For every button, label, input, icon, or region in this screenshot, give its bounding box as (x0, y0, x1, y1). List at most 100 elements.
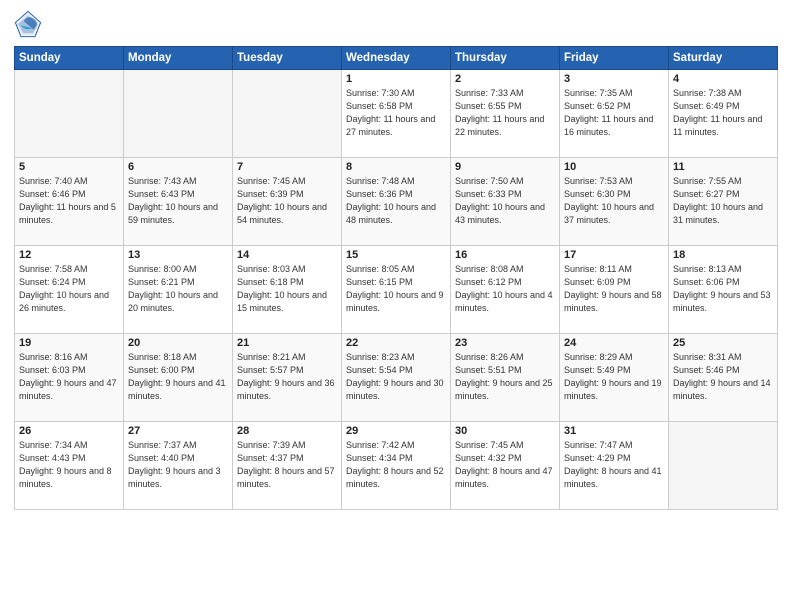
weekday-header: Monday (124, 47, 233, 70)
calendar-cell: 15 Sunrise: 8:05 AMSunset: 6:15 PMDaylig… (342, 246, 451, 334)
day-info: Sunrise: 7:30 AMSunset: 6:58 PMDaylight:… (346, 87, 446, 139)
calendar-cell: 27 Sunrise: 7:37 AMSunset: 4:40 PMDaylig… (124, 422, 233, 510)
calendar-cell: 3 Sunrise: 7:35 AMSunset: 6:52 PMDayligh… (560, 70, 669, 158)
calendar-cell (669, 422, 778, 510)
day-info: Sunrise: 7:50 AMSunset: 6:33 PMDaylight:… (455, 175, 555, 227)
day-info: Sunrise: 7:55 AMSunset: 6:27 PMDaylight:… (673, 175, 773, 227)
day-number: 20 (128, 337, 228, 349)
day-number: 1 (346, 73, 446, 85)
day-number: 16 (455, 249, 555, 261)
calendar-cell: 8 Sunrise: 7:48 AMSunset: 6:36 PMDayligh… (342, 158, 451, 246)
calendar-cell: 29 Sunrise: 7:42 AMSunset: 4:34 PMDaylig… (342, 422, 451, 510)
day-number: 11 (673, 161, 773, 173)
calendar-table: SundayMondayTuesdayWednesdayThursdayFrid… (14, 46, 778, 510)
calendar-week-row: 26 Sunrise: 7:34 AMSunset: 4:43 PMDaylig… (15, 422, 778, 510)
calendar-cell: 14 Sunrise: 8:03 AMSunset: 6:18 PMDaylig… (233, 246, 342, 334)
day-info: Sunrise: 8:08 AMSunset: 6:12 PMDaylight:… (455, 263, 555, 315)
calendar-cell: 19 Sunrise: 8:16 AMSunset: 6:03 PMDaylig… (15, 334, 124, 422)
calendar-cell: 23 Sunrise: 8:26 AMSunset: 5:51 PMDaylig… (451, 334, 560, 422)
day-number: 24 (564, 337, 664, 349)
calendar-cell: 1 Sunrise: 7:30 AMSunset: 6:58 PMDayligh… (342, 70, 451, 158)
calendar-cell (124, 70, 233, 158)
day-info: Sunrise: 7:45 AMSunset: 6:39 PMDaylight:… (237, 175, 337, 227)
header (14, 10, 778, 38)
day-info: Sunrise: 7:35 AMSunset: 6:52 PMDaylight:… (564, 87, 664, 139)
day-info: Sunrise: 8:18 AMSunset: 6:00 PMDaylight:… (128, 351, 228, 403)
day-number: 29 (346, 425, 446, 437)
day-number: 25 (673, 337, 773, 349)
day-info: Sunrise: 7:43 AMSunset: 6:43 PMDaylight:… (128, 175, 228, 227)
calendar-cell: 21 Sunrise: 8:21 AMSunset: 5:57 PMDaylig… (233, 334, 342, 422)
calendar-week-row: 19 Sunrise: 8:16 AMSunset: 6:03 PMDaylig… (15, 334, 778, 422)
calendar-cell (15, 70, 124, 158)
day-number: 18 (673, 249, 773, 261)
day-number: 5 (19, 161, 119, 173)
calendar-week-row: 1 Sunrise: 7:30 AMSunset: 6:58 PMDayligh… (15, 70, 778, 158)
day-number: 27 (128, 425, 228, 437)
calendar-cell: 13 Sunrise: 8:00 AMSunset: 6:21 PMDaylig… (124, 246, 233, 334)
calendar-cell: 24 Sunrise: 8:29 AMSunset: 5:49 PMDaylig… (560, 334, 669, 422)
calendar-cell: 17 Sunrise: 8:11 AMSunset: 6:09 PMDaylig… (560, 246, 669, 334)
day-number: 10 (564, 161, 664, 173)
calendar-week-row: 5 Sunrise: 7:40 AMSunset: 6:46 PMDayligh… (15, 158, 778, 246)
calendar-cell: 30 Sunrise: 7:45 AMSunset: 4:32 PMDaylig… (451, 422, 560, 510)
day-info: Sunrise: 8:26 AMSunset: 5:51 PMDaylight:… (455, 351, 555, 403)
calendar-cell: 26 Sunrise: 7:34 AMSunset: 4:43 PMDaylig… (15, 422, 124, 510)
day-number: 22 (346, 337, 446, 349)
calendar-cell (233, 70, 342, 158)
day-number: 30 (455, 425, 555, 437)
logo-icon (14, 10, 42, 38)
day-number: 28 (237, 425, 337, 437)
calendar-cell: 9 Sunrise: 7:50 AMSunset: 6:33 PMDayligh… (451, 158, 560, 246)
day-number: 6 (128, 161, 228, 173)
day-info: Sunrise: 7:38 AMSunset: 6:49 PMDaylight:… (673, 87, 773, 139)
day-info: Sunrise: 8:23 AMSunset: 5:54 PMDaylight:… (346, 351, 446, 403)
calendar-cell: 18 Sunrise: 8:13 AMSunset: 6:06 PMDaylig… (669, 246, 778, 334)
calendar-cell: 6 Sunrise: 7:43 AMSunset: 6:43 PMDayligh… (124, 158, 233, 246)
day-info: Sunrise: 8:16 AMSunset: 6:03 PMDaylight:… (19, 351, 119, 403)
calendar-cell: 25 Sunrise: 8:31 AMSunset: 5:46 PMDaylig… (669, 334, 778, 422)
day-info: Sunrise: 7:40 AMSunset: 6:46 PMDaylight:… (19, 175, 119, 227)
day-number: 2 (455, 73, 555, 85)
day-number: 31 (564, 425, 664, 437)
weekday-header: Sunday (15, 47, 124, 70)
day-info: Sunrise: 7:47 AMSunset: 4:29 PMDaylight:… (564, 439, 664, 491)
day-info: Sunrise: 8:03 AMSunset: 6:18 PMDaylight:… (237, 263, 337, 315)
calendar-cell: 31 Sunrise: 7:47 AMSunset: 4:29 PMDaylig… (560, 422, 669, 510)
day-number: 15 (346, 249, 446, 261)
day-number: 8 (346, 161, 446, 173)
day-info: Sunrise: 8:05 AMSunset: 6:15 PMDaylight:… (346, 263, 446, 315)
weekday-header: Saturday (669, 47, 778, 70)
calendar-cell: 12 Sunrise: 7:58 AMSunset: 6:24 PMDaylig… (15, 246, 124, 334)
day-info: Sunrise: 8:00 AMSunset: 6:21 PMDaylight:… (128, 263, 228, 315)
day-number: 26 (19, 425, 119, 437)
day-info: Sunrise: 8:29 AMSunset: 5:49 PMDaylight:… (564, 351, 664, 403)
calendar-cell: 16 Sunrise: 8:08 AMSunset: 6:12 PMDaylig… (451, 246, 560, 334)
calendar-cell: 5 Sunrise: 7:40 AMSunset: 6:46 PMDayligh… (15, 158, 124, 246)
calendar-header-row: SundayMondayTuesdayWednesdayThursdayFrid… (15, 47, 778, 70)
calendar-cell: 7 Sunrise: 7:45 AMSunset: 6:39 PMDayligh… (233, 158, 342, 246)
day-number: 13 (128, 249, 228, 261)
day-number: 4 (673, 73, 773, 85)
calendar-cell: 20 Sunrise: 8:18 AMSunset: 6:00 PMDaylig… (124, 334, 233, 422)
day-info: Sunrise: 7:33 AMSunset: 6:55 PMDaylight:… (455, 87, 555, 139)
day-info: Sunrise: 8:31 AMSunset: 5:46 PMDaylight:… (673, 351, 773, 403)
day-info: Sunrise: 7:34 AMSunset: 4:43 PMDaylight:… (19, 439, 119, 491)
day-info: Sunrise: 7:58 AMSunset: 6:24 PMDaylight:… (19, 263, 119, 315)
weekday-header: Tuesday (233, 47, 342, 70)
day-info: Sunrise: 7:42 AMSunset: 4:34 PMDaylight:… (346, 439, 446, 491)
day-number: 12 (19, 249, 119, 261)
day-info: Sunrise: 8:21 AMSunset: 5:57 PMDaylight:… (237, 351, 337, 403)
day-number: 23 (455, 337, 555, 349)
calendar-cell: 28 Sunrise: 7:39 AMSunset: 4:37 PMDaylig… (233, 422, 342, 510)
day-info: Sunrise: 8:13 AMSunset: 6:06 PMDaylight:… (673, 263, 773, 315)
calendar-cell: 2 Sunrise: 7:33 AMSunset: 6:55 PMDayligh… (451, 70, 560, 158)
day-number: 21 (237, 337, 337, 349)
day-info: Sunrise: 8:11 AMSunset: 6:09 PMDaylight:… (564, 263, 664, 315)
calendar-cell: 4 Sunrise: 7:38 AMSunset: 6:49 PMDayligh… (669, 70, 778, 158)
logo (14, 10, 46, 38)
day-number: 19 (19, 337, 119, 349)
calendar-cell: 10 Sunrise: 7:53 AMSunset: 6:30 PMDaylig… (560, 158, 669, 246)
page: SundayMondayTuesdayWednesdayThursdayFrid… (0, 0, 792, 612)
calendar-week-row: 12 Sunrise: 7:58 AMSunset: 6:24 PMDaylig… (15, 246, 778, 334)
